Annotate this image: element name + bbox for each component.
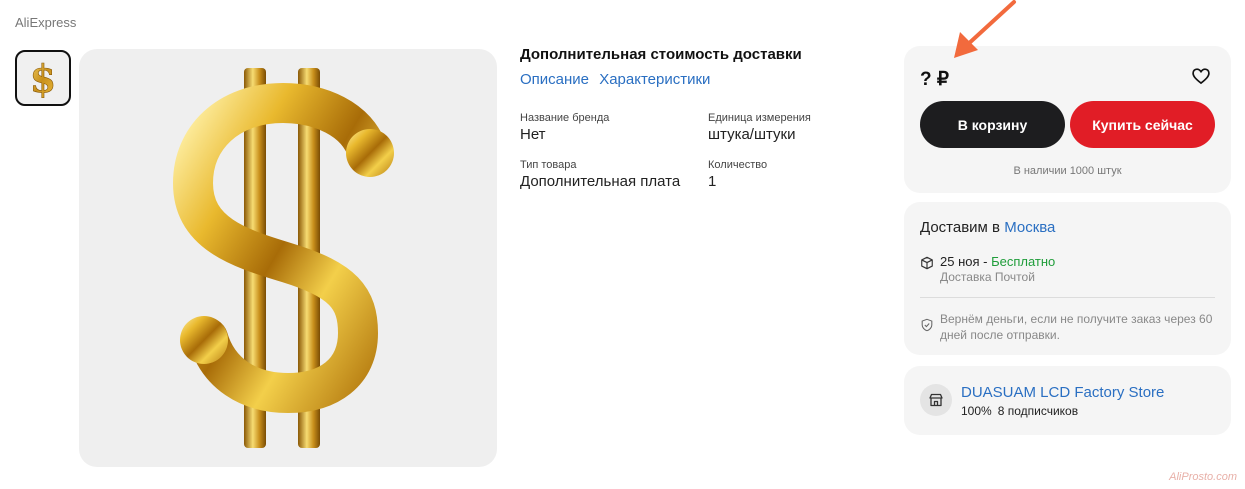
gold-dollar-sign-icon (172, 68, 394, 448)
heart-icon[interactable] (1191, 66, 1211, 86)
free-shipping-label: Бесплатно (991, 254, 1056, 269)
date-text: 25 ноя (940, 254, 980, 269)
annotation-arrow-icon (954, 0, 1016, 58)
store-icon (929, 393, 943, 407)
product-title: Дополнительная стоимость доставки (520, 46, 802, 63)
store-followers: 8 подписчиков (997, 404, 1079, 418)
description-link[interactable]: Описание (520, 71, 589, 88)
spec-value: 1 (708, 173, 717, 190)
shipping-date: 25 ноя - Бесплатно (940, 254, 1055, 269)
store-name[interactable]: DUASUAM LCD Factory Store (961, 384, 1164, 401)
shipping-method: Доставка Почтой (940, 270, 1035, 284)
dollar-sign-icon: $ (29, 57, 56, 99)
watermark: AliProsto.com (1169, 471, 1237, 483)
spec-item: Название бренда Нет (520, 112, 708, 143)
spec-value: Дополнительная плата (520, 173, 681, 190)
delivery-card: Доставим в Москва 25 ноя - Бесплатно Дос… (904, 202, 1231, 355)
add-to-cart-button[interactable]: В корзину (920, 101, 1065, 148)
store-rating: 100% (961, 404, 992, 418)
spec-label: Тип товара (520, 159, 577, 171)
spec-label: Количество (708, 159, 768, 171)
main-product-image[interactable] (79, 49, 497, 467)
store-avatar (920, 384, 952, 416)
store-stats: 100% 8 подписчиков (961, 404, 1078, 418)
spec-item: Единица измерения штука/штуки (708, 112, 878, 143)
store-card[interactable]: DUASUAM LCD Factory Store 100% 8 подписчи… (904, 366, 1231, 435)
product-links: Описание Характеристики (520, 71, 880, 88)
buyer-protection-text: Вернём деньги, если не получите заказ че… (940, 312, 1213, 342)
buy-now-button[interactable]: Купить сейчас (1070, 101, 1215, 148)
price: ? ₽ (920, 69, 949, 90)
spec-item: Тип товара Дополнительная плата (520, 159, 708, 190)
spec-label: Название бренда (520, 112, 610, 124)
date-separator: - (979, 254, 992, 269)
spec-item: Количество 1 (708, 159, 878, 190)
city-link[interactable]: Москва (1004, 219, 1055, 236)
brand-label[interactable]: AliExpress (15, 15, 76, 30)
spec-value: Нет (520, 126, 546, 143)
purchase-card: ? ₽ В корзину Купить сейчас В наличии 10… (904, 46, 1231, 193)
spec-label: Единица измерения (708, 112, 811, 124)
delivery-destination: Доставим в Москва (920, 219, 1055, 236)
stock-info: В наличии 1000 штук (1013, 165, 1122, 177)
delivery-prefix: Доставим в (920, 219, 1001, 236)
image-thumbnail[interactable]: $ (15, 50, 71, 106)
spec-value: штука/штуки (708, 126, 796, 143)
product-info: Дополнительная стоимость доставки Описан… (520, 46, 880, 190)
characteristics-link[interactable]: Характеристики (599, 71, 710, 88)
package-icon (921, 256, 933, 270)
specs-grid: Название бренда Нет Единица измерения шт… (520, 112, 880, 190)
svg-text:$: $ (30, 57, 56, 99)
divider (920, 297, 1215, 298)
shield-icon (921, 318, 933, 332)
